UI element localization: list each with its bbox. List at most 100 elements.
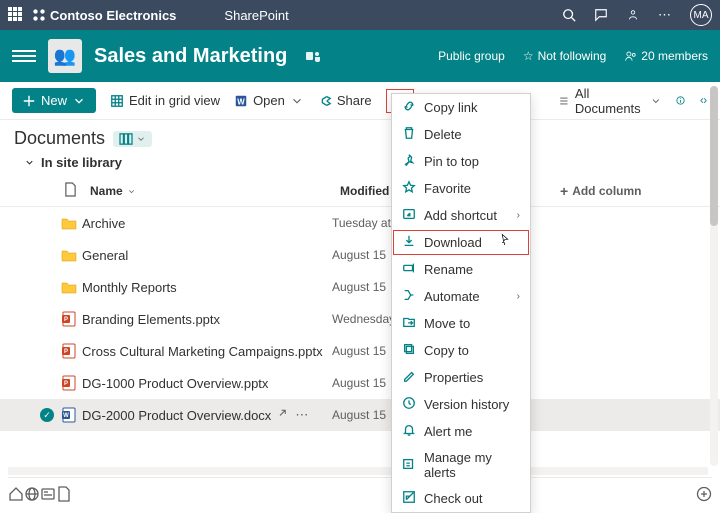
chevron-right-icon: › <box>517 210 520 221</box>
teams-icon[interactable] <box>305 48 321 64</box>
pptx-icon: P <box>56 311 82 327</box>
more-icon[interactable]: ⋯ <box>658 7 672 23</box>
menu-add-shortcut[interactable]: Add shortcut› <box>392 202 530 229</box>
nav-toggle[interactable] <box>12 50 36 62</box>
share-icon[interactable] <box>277 408 289 423</box>
menu-label: Alert me <box>424 424 472 439</box>
menu-copy-link[interactable]: Copy link <box>392 94 530 121</box>
new-label: New <box>41 93 67 108</box>
select-toggle[interactable]: ✓ <box>38 408 56 422</box>
menu-favorite[interactable]: Favorite <box>392 175 530 202</box>
table-row[interactable]: PCross Cultural Marketing Campaigns.pptx… <box>0 335 720 367</box>
folder-icon <box>56 279 82 295</box>
app-launcher-icon[interactable] <box>8 7 24 23</box>
library-title: Documents <box>14 128 105 149</box>
col-name[interactable]: Name <box>90 182 340 200</box>
menu-check-out[interactable]: Check out <box>392 485 530 512</box>
folder-icon <box>56 247 82 263</box>
menu-delete[interactable]: Delete <box>392 121 530 148</box>
table-row[interactable]: ArchiveTuesday at 11:... <box>0 207 720 239</box>
members-button[interactable]: 20 members <box>624 49 708 63</box>
file-name[interactable]: Branding Elements.pptx <box>82 312 332 327</box>
crumb-label: In site library <box>41 155 122 170</box>
checkout-icon <box>402 490 416 507</box>
menu-label: Rename <box>424 262 473 277</box>
avatar[interactable]: MA <box>690 4 712 26</box>
view-selector[interactable]: All Documents <box>558 86 662 116</box>
pptx-icon: P <box>56 375 82 391</box>
globe-icon[interactable] <box>24 486 40 502</box>
table-row[interactable]: ✓WDG-2000 Product Overview.docx⋯August 1… <box>0 399 720 431</box>
library-heading: Documents <box>0 120 720 151</box>
history-icon <box>402 396 416 413</box>
table-row[interactable]: Monthly ReportsAugust 15 <box>0 271 720 303</box>
menu-label: Check out <box>424 491 483 506</box>
bell-icon <box>402 423 416 440</box>
table-row[interactable]: PDG-1000 Product Overview.pptxAugust 15 <box>0 367 720 399</box>
breadcrumb[interactable]: In site library <box>0 151 720 176</box>
add-icon[interactable] <box>696 486 712 502</box>
col-type-icon[interactable] <box>64 182 90 200</box>
col-name-label: Name <box>90 184 123 198</box>
expand-icon[interactable] <box>699 96 708 105</box>
app-name[interactable]: SharePoint <box>224 8 288 23</box>
svg-text:P: P <box>64 317 68 323</box>
add-column-label: Add column <box>572 184 641 198</box>
news-icon[interactable] <box>40 486 56 502</box>
home-icon[interactable] <box>8 486 24 502</box>
add-column-button[interactable]: + Add column <box>560 182 642 200</box>
menu-label: Copy link <box>424 100 477 115</box>
table-row[interactable]: GeneralAugust 15 <box>0 239 720 271</box>
menu-download[interactable]: Download <box>392 229 530 256</box>
row-more-icon[interactable]: ⋯ <box>295 407 309 423</box>
site-name[interactable]: Sales and Marketing <box>94 45 287 68</box>
view-toggle[interactable] <box>113 131 152 147</box>
menu-copy-to[interactable]: Copy to <box>392 337 530 364</box>
file-name[interactable]: Monthly Reports <box>82 280 332 295</box>
file-name[interactable]: General <box>82 248 332 263</box>
menu-pin-to-top[interactable]: Pin to top <box>392 148 530 175</box>
word-icon: W <box>234 94 248 108</box>
pptx-icon: P <box>56 343 82 359</box>
edit-grid-button[interactable]: Edit in grid view <box>110 93 220 108</box>
menu-automate[interactable]: Automate› <box>392 283 530 310</box>
open-button[interactable]: W Open <box>234 93 304 108</box>
menu-version-history[interactable]: Version history <box>392 391 530 418</box>
contoso-icon <box>32 8 46 22</box>
chevron-down-icon <box>72 94 86 108</box>
suite-bar: Contoso Electronics SharePoint ⋯ MA <box>0 0 720 30</box>
vertical-scroll[interactable] <box>710 86 718 466</box>
menu-alert-me[interactable]: Alert me <box>392 418 530 445</box>
chat-icon[interactable] <box>594 8 608 22</box>
menu-label: Pin to top <box>424 154 479 169</box>
pin-icon <box>402 153 416 170</box>
menu-rename[interactable]: Rename <box>392 256 530 283</box>
file-name[interactable]: Cross Cultural Marketing Campaigns.pptx <box>82 344 332 359</box>
file-name[interactable]: DG-2000 Product Overview.docx⋯ <box>82 407 332 423</box>
chevron-down-icon <box>136 134 146 144</box>
menu-label: Download <box>424 235 482 250</box>
menu-properties[interactable]: Properties <box>392 364 530 391</box>
column-headers: Name Modified + Add column <box>0 176 720 207</box>
horizontal-scroll[interactable] <box>8 467 708 475</box>
org-logo[interactable]: Contoso Electronics <box>32 8 176 23</box>
menu-label: Properties <box>424 370 483 385</box>
file-name[interactable]: Archive <box>82 216 332 231</box>
share-button[interactable]: Share <box>318 93 372 108</box>
file-icon[interactable] <box>56 486 72 502</box>
new-button[interactable]: New <box>12 88 96 113</box>
search-icon[interactable] <box>562 8 576 22</box>
site-logo[interactable]: 👥 <box>48 39 82 73</box>
chevron-down-icon <box>290 94 304 108</box>
svg-text:P: P <box>64 381 68 387</box>
table-row[interactable]: PBranding Elements.pptxWednesday at ... <box>0 303 720 335</box>
menu-move-to[interactable]: Move to <box>392 310 530 337</box>
menu-label: Favorite <box>424 181 471 196</box>
menu-manage-my-alerts[interactable]: Manage my alerts <box>392 445 530 485</box>
alerts-icon <box>402 457 416 474</box>
file-name[interactable]: DG-1000 Product Overview.pptx <box>82 376 332 391</box>
follow-button[interactable]: ☆ Not following <box>523 49 606 63</box>
site-header: 👥 Sales and Marketing Public group ☆ Not… <box>0 30 720 82</box>
settings-icon[interactable] <box>626 8 640 22</box>
info-icon[interactable] <box>676 96 685 105</box>
